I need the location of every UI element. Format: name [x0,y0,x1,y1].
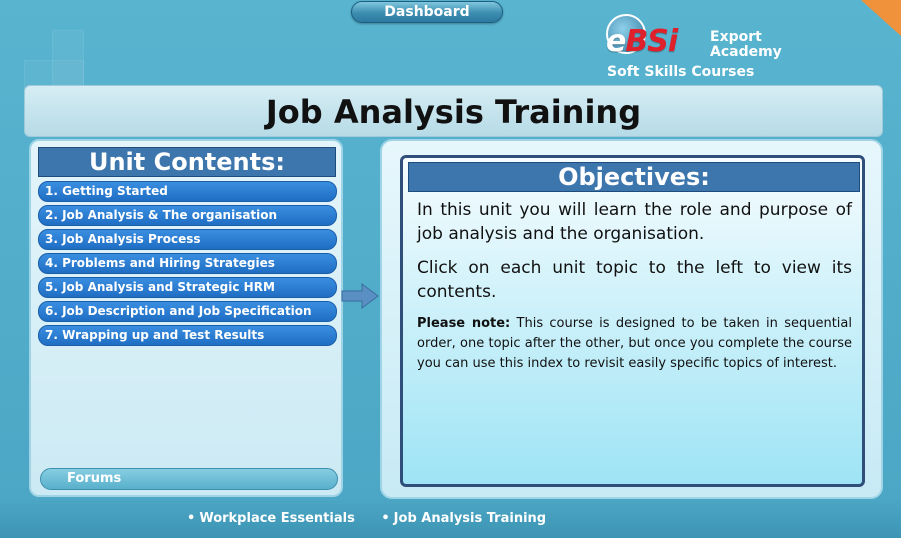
ebsi-logo: eBSi Export Academy Soft Skills Courses [600,10,790,82]
unit-item-strategic-hrm[interactable]: 5. Job Analysis and Strategic HRM [38,277,337,298]
course-screen: Dashboard eBSi Export Academy Soft Skill… [0,0,901,538]
logo-name-line1: Export [710,29,762,45]
unit-contents-heading: Unit Contents: [38,147,336,177]
unit-item-getting-started[interactable]: 1. Getting Started [38,181,337,202]
unit-contents-panel: Unit Contents: 1. Getting Started 2. Job… [29,139,343,497]
unit-item-job-analysis-organisation[interactable]: 2. Job Analysis & The organisation [38,205,337,226]
forums-button[interactable]: Forums [40,468,338,490]
bullet-icon: • [187,511,196,526]
objectives-panel: Objectives: In this unit you will learn … [380,139,883,499]
page-title: Job Analysis Training [265,93,642,131]
breadcrumb-label: Job Analysis Training [393,511,547,526]
breadcrumb-workplace-essentials[interactable]: • Workplace Essentials [187,511,355,526]
unit-item-job-description[interactable]: 6. Job Description and Job Specification [38,301,337,322]
dashboard-button[interactable]: Dashboard [351,1,503,23]
objectives-box: Objectives: In this unit you will learn … [400,155,865,487]
objectives-heading: Objectives: [408,162,860,192]
logo-subtitle: Soft Skills Courses [607,64,755,80]
objectives-text: In this unit you will learn the role and… [417,198,852,384]
arrow-right-icon [341,283,379,309]
please-note: Please note: This course is designed to … [417,314,852,374]
breadcrumb-label: Workplace Essentials [199,511,355,526]
corner-accent [861,0,901,36]
unit-item-problems-hiring[interactable]: 4. Problems and Hiring Strategies [38,253,337,274]
logo-mark: eBSi [606,24,678,59]
logo-name-line2: Academy [710,44,782,60]
title-bar: Job Analysis Training [24,85,883,137]
unit-item-job-analysis-process[interactable]: 3. Job Analysis Process [38,229,337,250]
objectives-paragraph-2: Click on each unit topic to the left to … [417,258,852,302]
unit-list: 1. Getting Started 2. Job Analysis & The… [38,181,338,349]
bullet-icon: • [381,511,390,526]
breadcrumb: • Workplace Essentials • Job Analysis Trai… [187,511,568,526]
objectives-paragraph-1: In this unit you will learn the role and… [417,200,852,244]
breadcrumb-job-analysis-training[interactable]: • Job Analysis Training [381,511,546,526]
logo-name: Export Academy [710,30,782,60]
footer-bar: • Workplace Essentials • Job Analysis Trai… [0,500,901,538]
unit-item-wrapping-up[interactable]: 7. Wrapping up and Test Results [38,325,337,346]
note-label: Please note: [417,316,511,331]
